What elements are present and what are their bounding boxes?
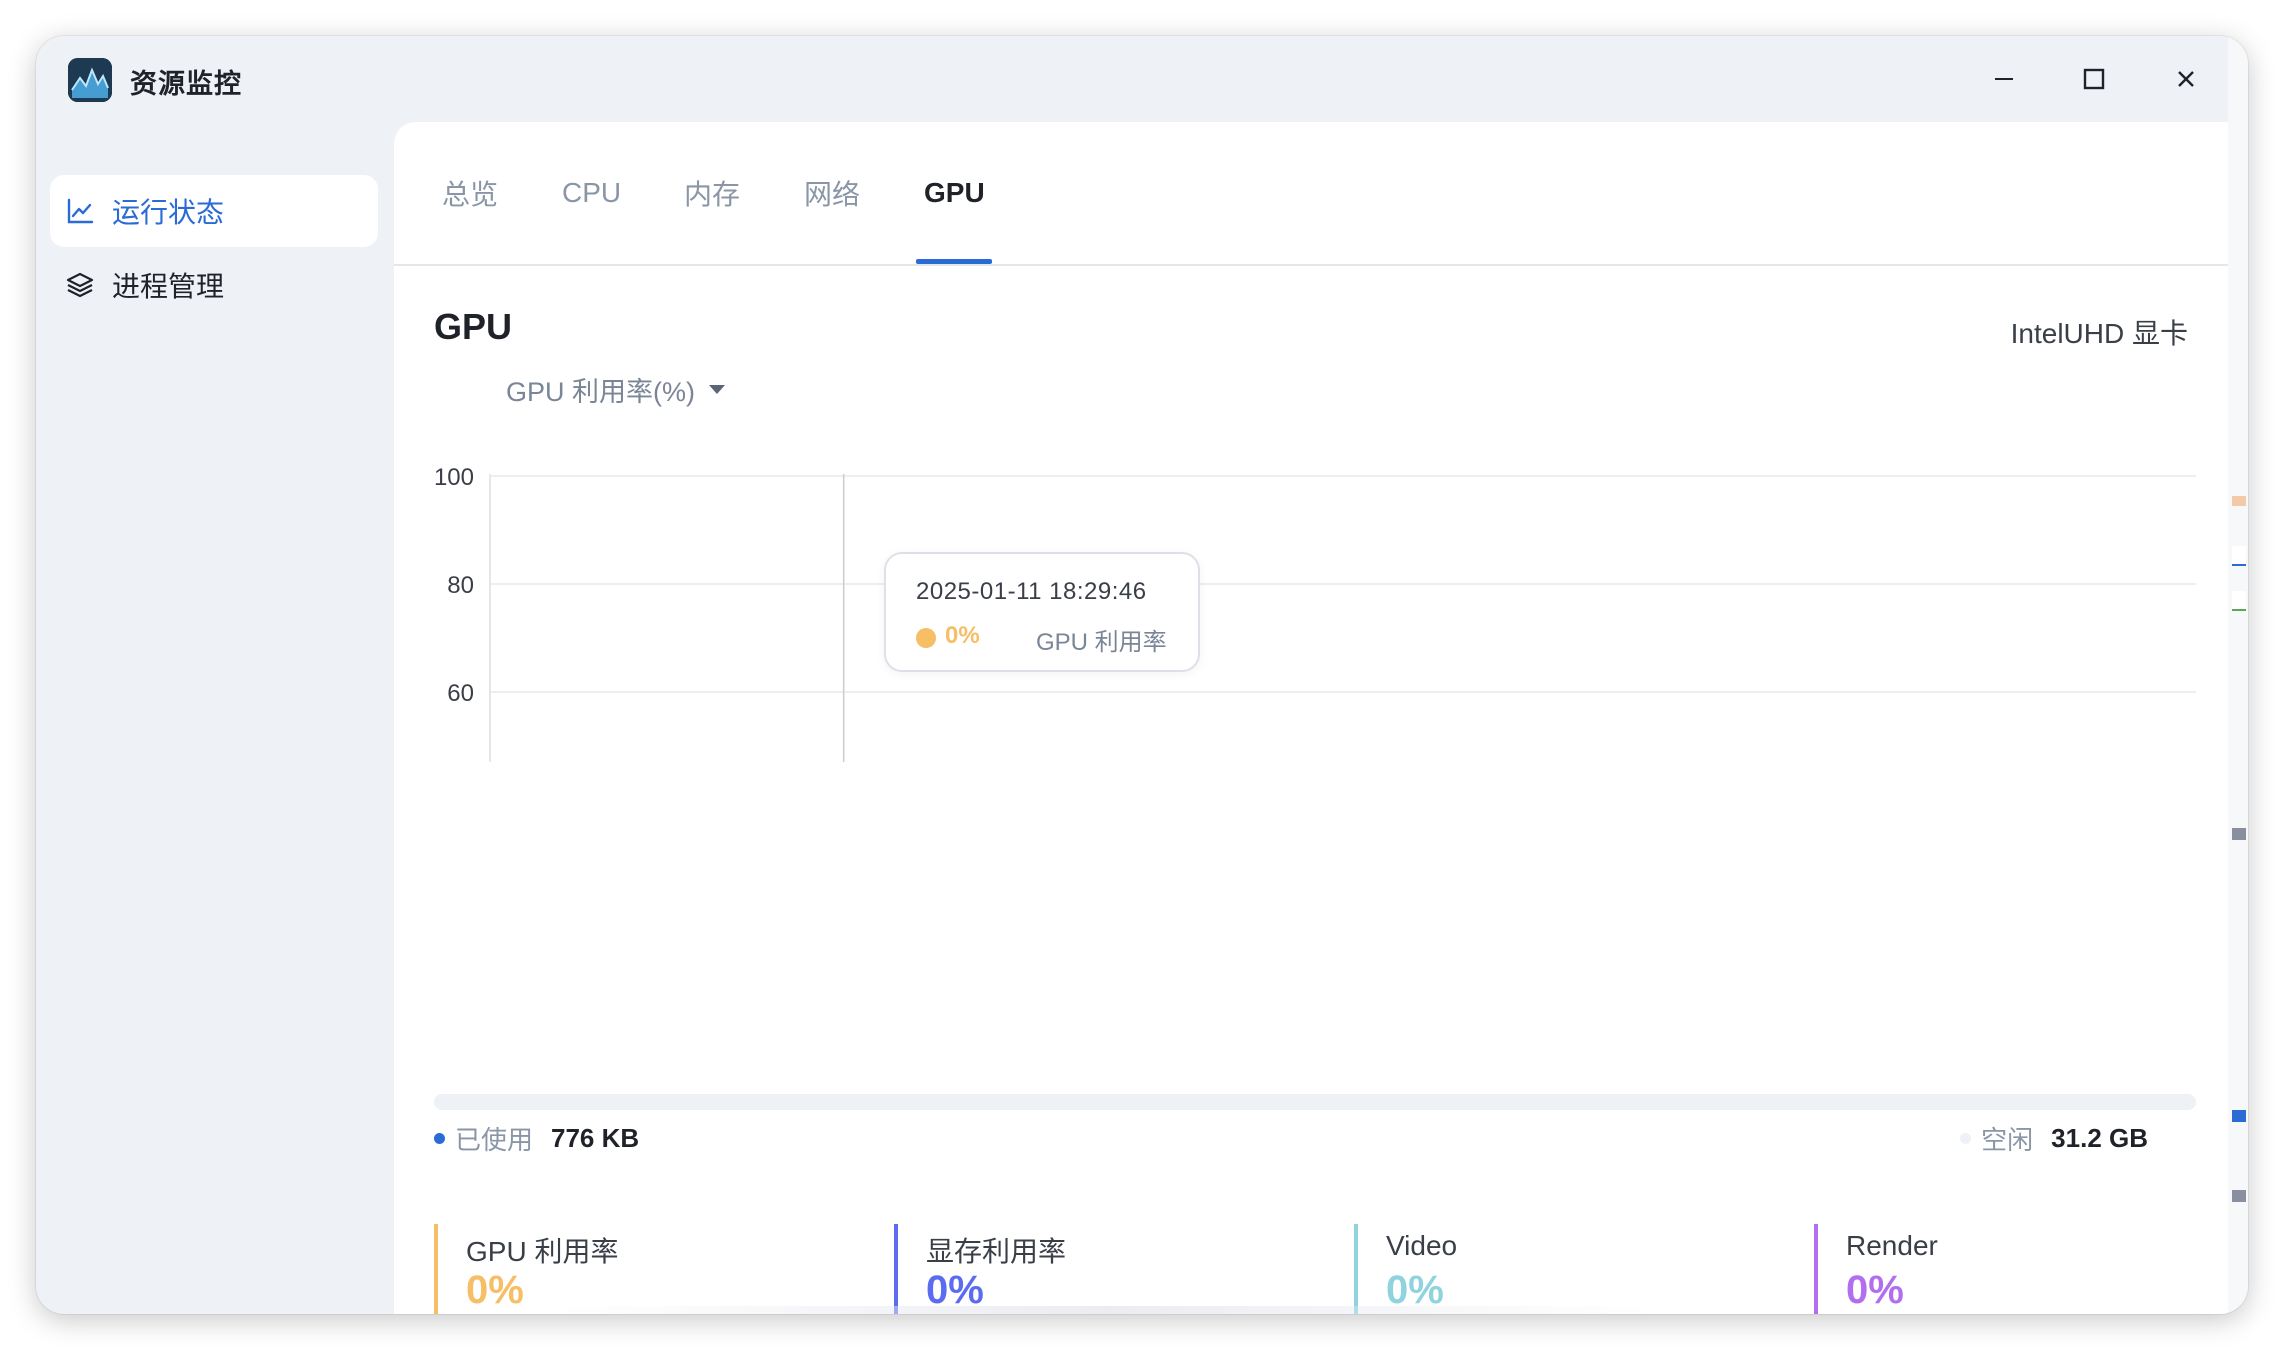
chart-tooltip: 2025-01-11 18:29:46 0% GPU 利用率 [884, 552, 1200, 672]
stat-value: 0% [466, 1268, 524, 1312]
stat-video: Video 0% [1354, 1224, 1457, 1314]
memory-free: 空闲 31.2 GB [1960, 1120, 2148, 1157]
background-window-edge [2228, 36, 2248, 1314]
maximize-icon [2083, 68, 2105, 90]
sidebar-item-process-management[interactable]: 进程管理 [50, 249, 378, 321]
tooltip-time: 2025-01-11 18:29:46 [916, 578, 1147, 605]
gpu-usage-chart: 10080604020 [434, 464, 2196, 762]
stat-label: Video [1386, 1230, 1458, 1261]
memory-used-value: 776 KB [551, 1123, 640, 1153]
free-dot [1960, 1133, 1972, 1144]
stat-value: 0% [1846, 1268, 1904, 1312]
tooltip-value: 0% [945, 622, 980, 649]
content-panel: 总览 CPU 内存 网络 GPU GPU IntelUHD 显卡 GPU 利用率… [394, 122, 2228, 1314]
edge-mark [2232, 591, 2246, 611]
stat-render: Render 0% [1814, 1224, 1938, 1314]
app-title: 资源监控 [130, 69, 242, 99]
memory-used-label: 已使用 [455, 1125, 534, 1155]
edge-mark [2232, 828, 2246, 840]
sidebar: 运行状态 进程管理 [36, 122, 394, 1314]
title-bar: 资源监控 [36, 36, 2228, 122]
line-chart-icon [67, 198, 94, 224]
stat-vram-utilization: 显存利用率 0% [894, 1224, 1066, 1314]
close-icon [2178, 71, 2194, 87]
sidebar-item-label: 进程管理 [112, 271, 225, 302]
sidebar-item-runtime-status[interactable]: 运行状态 [50, 175, 378, 247]
stat-label: Render [1846, 1230, 1938, 1261]
stat-label: 显存利用率 [926, 1236, 1067, 1267]
memory-used: 已使用 776 KB [434, 1120, 639, 1157]
layers-icon [66, 272, 94, 298]
tooltip-series-dot [916, 628, 936, 648]
y-tick-label: 60 [447, 680, 474, 707]
stat-label: GPU 利用率 [466, 1236, 619, 1267]
minimize-button[interactable] [1976, 54, 2032, 104]
edge-mark [2232, 496, 2246, 506]
edge-mark [2232, 1110, 2246, 1122]
y-tick-label: 80 [447, 572, 474, 599]
edge-mark [2232, 1190, 2246, 1202]
y-tick-label: 100 [434, 464, 474, 491]
memory-free-label: 空闲 [1981, 1125, 2034, 1155]
stat-gpu-utilization: GPU 利用率 0% [434, 1224, 618, 1314]
bottom-shadow [556, 1306, 1656, 1314]
sidebar-item-label: 运行状态 [112, 197, 225, 228]
used-dot [434, 1133, 445, 1144]
edge-mark [2232, 546, 2246, 566]
close-button[interactable] [2158, 54, 2214, 104]
memory-usage-bar [434, 1094, 2196, 1110]
maximize-button[interactable] [2066, 54, 2122, 104]
app-window: 资源监控 运行状态 进程管理 总览 CPU 内存 网络 GPU GPU Inte… [36, 36, 2248, 1314]
app-logo-icon [68, 58, 112, 102]
minimize-icon [1995, 78, 2013, 80]
tooltip-series-name: GPU 利用率 [1036, 629, 1167, 656]
memory-free-value: 31.2 GB [2051, 1123, 2148, 1153]
